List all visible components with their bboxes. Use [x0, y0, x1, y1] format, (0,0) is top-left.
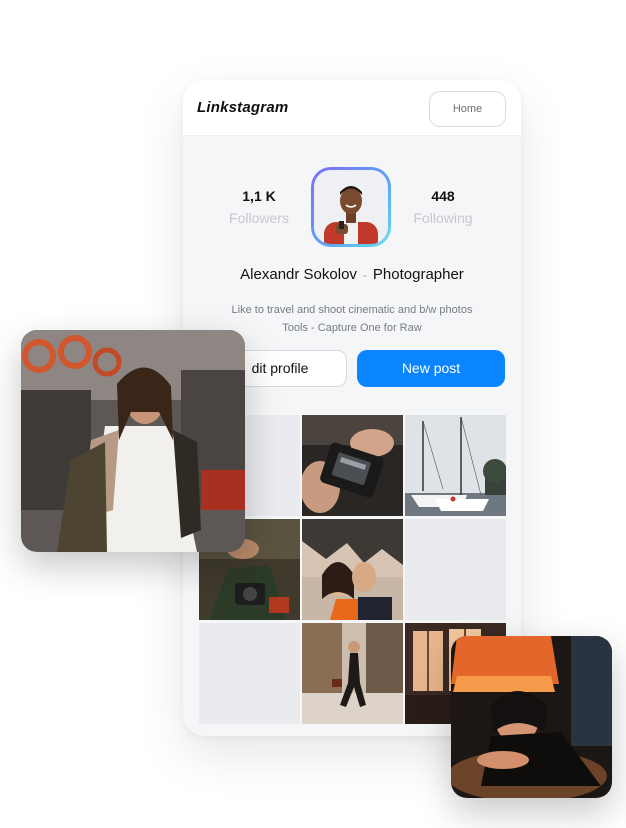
grid-photo-blank[interactable]	[405, 519, 506, 620]
following-stat[interactable]: 448 Following	[388, 188, 498, 226]
profile-role: Photographer	[372, 266, 464, 283]
profile-name-line: Alexandr Sokolov - Photographer	[183, 266, 521, 283]
new-post-button[interactable]: New post	[357, 350, 505, 387]
following-count: 448	[431, 188, 455, 204]
followers-stat[interactable]: 1,1 K Followers	[204, 188, 314, 226]
home-button[interactable]: Home	[429, 91, 506, 127]
grid-photo-street-walk[interactable]	[302, 623, 403, 724]
grid-photo-couple-selfie[interactable]	[302, 519, 403, 620]
followers-label: Followers	[229, 210, 289, 226]
name-separator: -	[362, 268, 367, 282]
followers-count: 1,1 K	[242, 188, 276, 204]
grid-photo-sailboats[interactable]	[405, 415, 506, 516]
profile-name: Alexandr Sokolov	[240, 266, 357, 283]
app-logo[interactable]: Linkstagram	[197, 99, 288, 116]
grid-photo-camera[interactable]	[302, 415, 403, 516]
bio-line: Like to travel and shoot cinematic and b…	[231, 304, 473, 316]
floating-photo-lamp-portrait	[451, 636, 612, 798]
avatar-photo	[314, 170, 388, 244]
following-label: Following	[413, 210, 473, 226]
floating-photo-backpacker	[21, 330, 245, 552]
top-bar: Linkstagram Home	[183, 80, 521, 136]
grid-photo-blank[interactable]	[199, 623, 300, 724]
avatar[interactable]	[311, 167, 391, 247]
